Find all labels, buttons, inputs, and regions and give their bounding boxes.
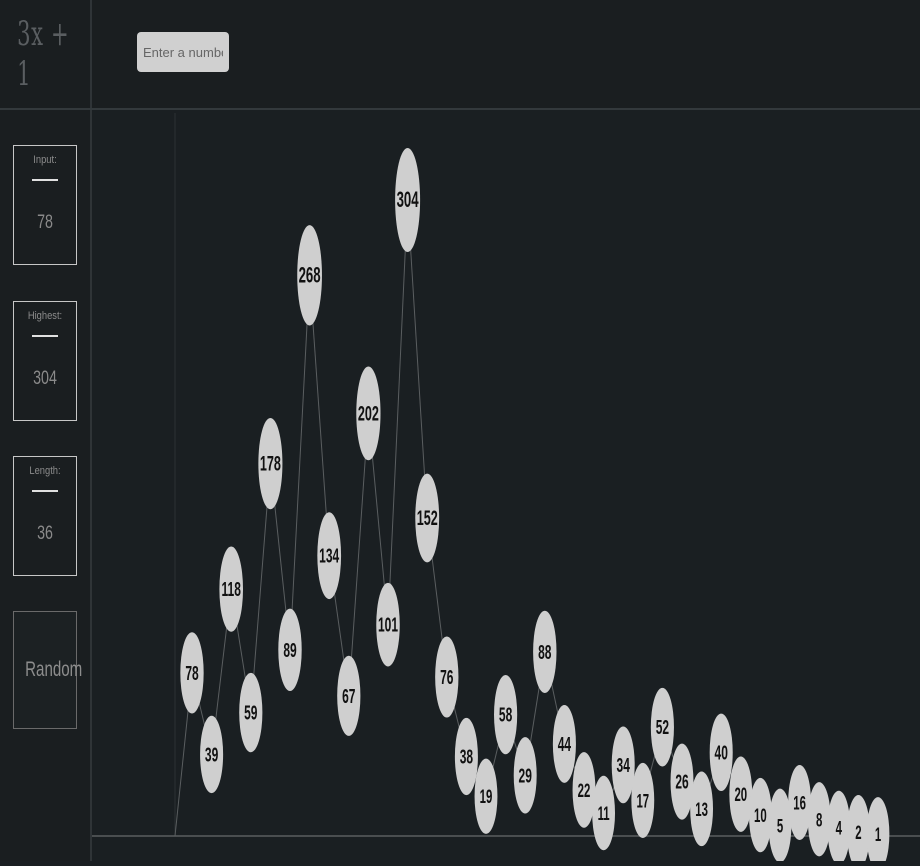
sequence-node: 67 xyxy=(337,655,361,736)
highest-stat-card: Highest: 304 xyxy=(13,301,77,421)
sequence-node: 101 xyxy=(376,582,400,667)
sequence-edge xyxy=(289,275,311,650)
sequence-node-label: 10 xyxy=(754,806,767,827)
app-title: 3x + 1 xyxy=(17,14,70,94)
sequence-node: 10 xyxy=(748,777,772,853)
sequence-node: 268 xyxy=(297,225,322,326)
sequence-node-label: 20 xyxy=(734,785,747,806)
sequence-node: 34 xyxy=(611,726,635,804)
sequence-node-label: 26 xyxy=(675,772,688,794)
sequence-node: 178 xyxy=(258,417,283,510)
sidebar: 3x + 1 Input: 78 Highest: 304 Length: 36… xyxy=(0,0,92,861)
sequence-node-label: 76 xyxy=(440,667,453,689)
sequence-node: 118 xyxy=(219,546,244,632)
sequence-node: 22 xyxy=(572,752,596,828)
sequence-node-label: 19 xyxy=(480,787,493,808)
sequence-node: 59 xyxy=(239,672,263,753)
sequence-node: 304 xyxy=(395,148,421,252)
sequence-node: 2 xyxy=(847,795,870,866)
sequence-node-label: 22 xyxy=(578,781,591,802)
sequence-node-label: 52 xyxy=(656,717,669,739)
random-button[interactable]: Random xyxy=(13,611,82,729)
sequence-node-label: 16 xyxy=(793,794,806,815)
sequence-node: 52 xyxy=(650,687,674,767)
sequence-node-label: 101 xyxy=(378,615,398,637)
sequence-node-label: 11 xyxy=(598,804,610,825)
number-input[interactable] xyxy=(137,32,229,72)
sequence-node-label: 59 xyxy=(244,703,257,725)
sequence-node: 1 xyxy=(866,797,890,866)
sequence-node: 89 xyxy=(278,608,302,691)
node-group: 7839118591788926813467202101304152763819… xyxy=(180,148,890,866)
sequence-node-label: 89 xyxy=(283,640,296,662)
input-stat-label: Input: xyxy=(33,154,57,166)
sequence-node: 78 xyxy=(180,632,204,714)
sequence-node-label: 152 xyxy=(417,506,438,530)
sequence-node: 19 xyxy=(474,758,498,834)
length-stat-divider xyxy=(32,490,58,492)
sequence-node: 38 xyxy=(454,717,478,796)
sequence-node: 4 xyxy=(827,790,851,865)
input-stat-value: 78 xyxy=(37,212,53,233)
sequence-node-label: 88 xyxy=(538,642,551,664)
sequence-node: 16 xyxy=(788,765,812,841)
sequence-node-label: 78 xyxy=(185,663,198,685)
sequence-node: 20 xyxy=(729,756,753,832)
sequence-node: 39 xyxy=(200,715,224,794)
sequence-node: 88 xyxy=(533,610,557,694)
sequence-node-label: 5 xyxy=(777,817,784,838)
sequence-node: 13 xyxy=(690,771,714,847)
length-stat-label: Length: xyxy=(29,465,61,477)
sequence-node: 76 xyxy=(435,636,459,718)
sequence-node: 29 xyxy=(513,737,537,814)
sequence-node-label: 2 xyxy=(855,823,862,844)
sequence-node-label: 34 xyxy=(617,755,631,777)
sequence-node-label: 58 xyxy=(499,705,512,727)
sequence-node-label: 8 xyxy=(816,810,823,831)
sequence-node-label: 44 xyxy=(558,734,572,756)
sequence-node-label: 39 xyxy=(205,744,218,766)
sequence-node: 40 xyxy=(709,713,733,792)
sequence-node-label: 268 xyxy=(299,263,321,287)
sequence-node: 11 xyxy=(592,775,616,851)
sequence-edge xyxy=(387,199,409,625)
sequence-node: 5 xyxy=(768,788,792,863)
sequence-node: 134 xyxy=(317,512,342,600)
sequence-node-label: 134 xyxy=(319,546,340,568)
sequence-node-label: 178 xyxy=(260,451,281,475)
sequence-node-label: 202 xyxy=(358,401,379,425)
sequence-node-label: 40 xyxy=(715,742,728,764)
highest-stat-value: 304 xyxy=(33,368,57,389)
sequence-node-label: 38 xyxy=(460,747,473,769)
highest-stat-label: Highest: xyxy=(27,310,63,322)
length-stat-card: Length: 36 xyxy=(13,456,77,576)
highest-stat-divider xyxy=(32,335,58,337)
sequence-node: 202 xyxy=(356,366,381,461)
sequence-node-label: 13 xyxy=(695,800,708,821)
sequence-node-label: 118 xyxy=(222,579,241,601)
input-stat-card: Input: 78 xyxy=(13,145,77,265)
input-stat-divider xyxy=(32,179,58,181)
sequence-node: 152 xyxy=(415,473,440,563)
sequence-node: 44 xyxy=(552,705,576,783)
sequence-node: 26 xyxy=(670,743,694,820)
sequence-node: 17 xyxy=(631,762,655,838)
sequence-node-label: 17 xyxy=(636,792,649,813)
sequence-node-label: 67 xyxy=(342,686,355,708)
random-button-label: Random xyxy=(25,658,83,681)
sequence-node-label: 304 xyxy=(397,188,419,212)
sequence-node-label: 29 xyxy=(519,765,532,787)
length-stat-value: 36 xyxy=(37,523,53,544)
sequence-chart: 78 39 118 59 178 89 268 134 67 202 101 304 152 76 38 19… xyxy=(92,110,920,866)
sequence-node: 8 xyxy=(807,782,831,857)
sequence-node: 58 xyxy=(494,675,518,755)
sequence-node-label: 1 xyxy=(875,825,882,846)
sequence-chart-svg: 7839118591788926813467202101304152763819… xyxy=(92,113,920,866)
sequence-node-label: 4 xyxy=(836,819,843,840)
